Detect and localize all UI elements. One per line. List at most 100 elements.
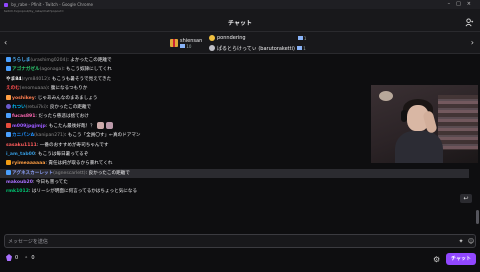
bits-cheer-icon[interactable]: ✦ — [457, 238, 465, 246]
leaderboard-user-name: ぱるとらけってぃ (barutoraketti) — [217, 45, 295, 52]
channel-points-icon — [6, 254, 12, 261]
sub-gift-icon — [296, 45, 302, 50]
window-controls[interactable]: –□× — [448, 0, 477, 9]
message-username[interactable]: ryimeaaaaaa — [12, 161, 45, 166]
message-text: : もこうは毎日暑ってるぞ — [35, 151, 89, 157]
message-text: : はリーシが明面に何言ってるかはちょっと気になる — [28, 189, 138, 195]
video-shelf — [438, 95, 478, 150]
message-login: (kanipan271) — [34, 133, 65, 139]
bits-badge-icon — [6, 160, 11, 166]
chat-message-input[interactable] — [8, 237, 428, 246]
subscriber-badge-icon — [6, 169, 11, 175]
subscriber-badge-icon — [6, 57, 11, 62]
chat-message[interactable]: アゴナガゼル(agonaga): もこう奴隷にしてくれ — [0, 65, 475, 74]
message-username[interactable]: えのむ — [6, 86, 20, 91]
leaderboard-count: 1 — [303, 45, 306, 51]
emote-picker-icon[interactable]: ☺ — [467, 238, 475, 246]
rank-2-badge-icon — [209, 45, 215, 51]
leaderboard-prev-arrow-icon[interactable]: ‹ — [4, 38, 7, 47]
message-username[interactable]: makoub20 — [6, 180, 33, 185]
message-login: (rym84012) — [21, 76, 49, 82]
message-username[interactable]: うらしま — [12, 58, 30, 63]
sub-gift-icon — [180, 43, 185, 48]
message-username[interactable]: i_am_tab00 — [6, 152, 35, 157]
channel-points-count: 0 — [15, 254, 19, 261]
subscriber-badge-icon — [6, 132, 11, 138]
message-text: : 良かったこの距離で — [85, 170, 130, 176]
message-login: (agonaga) — [39, 67, 64, 73]
chat-message[interactable]: やま84(rym84012): もこうも暑そうで見えてきた — [0, 75, 475, 84]
leaderboard-entry[interactable]: ponndering 1 — [209, 33, 306, 43]
community-users-icon[interactable] — [465, 18, 474, 27]
message-text: : 良かったこの距離で — [46, 104, 92, 110]
chat-message[interactable]: makoub20: 今日も害ってた — [0, 178, 475, 187]
chat-footer: 0 ⚬ 0 ⚙ チャット — [0, 250, 480, 272]
chat-message-hovered[interactable]: アグネスカーレット(agnescarlett): 良かったこの距離で — [0, 168, 469, 179]
message-text: : もこうも暑そうで見えてきた — [48, 76, 112, 82]
message-login: (urashimg0204) — [30, 58, 68, 63]
sub-gift-icon — [297, 35, 303, 40]
message-text: : よかったこの距離で — [67, 58, 112, 63]
rank-1-badge-icon — [209, 35, 215, 41]
message-username[interactable]: yoshikey — [12, 96, 35, 101]
leaderboard-entry[interactable]: ぱるとらけってぃ (barutoraketti) 1 — [209, 43, 306, 53]
chat-header: チャット — [0, 14, 480, 32]
leaderboard-right-column: ponndering 1 ぱるとらけってぃ (barutoraketti) 1 — [209, 33, 306, 53]
chat-title: チャット — [228, 20, 252, 27]
leaderboard-user-name: ponndering — [217, 35, 246, 41]
message-text: : 責任は純が取るから暴れてくれ — [45, 161, 113, 167]
message-text: : じゃあみんなのまあましょう — [34, 95, 98, 101]
gift-icon — [170, 39, 178, 47]
video-lamp — [379, 91, 393, 101]
message-text: : 腹になるつもりか — [47, 86, 88, 92]
message-login: (enomuaaa) — [19, 86, 48, 92]
channel-points[interactable]: 0 ⚬ 0 — [6, 254, 35, 261]
chat-composer[interactable]: ✦ ☺ — [4, 234, 476, 248]
leaderboard-count: 1 — [303, 35, 307, 41]
gift-leaderboard: ‹ shiensan 10 ponndering 1 ぱるとらけってぃ (bar… — [0, 32, 480, 54]
emote-icon — [105, 121, 113, 129]
message-text: : もこう「全員〇す」←真のドアマン — [64, 133, 141, 139]
subscriber-badge-icon — [6, 66, 11, 72]
message-username[interactable]: やま84 — [6, 77, 22, 82]
chat-settings-gear-icon[interactable]: ⚙ — [433, 255, 442, 264]
message-username[interactable]: アグネスカーレット — [12, 171, 53, 176]
url-text: twitch.tv/popout/by_rabe/chat?popout= — [4, 9, 64, 13]
message-text: : もこう奴隷にしてくれ — [63, 67, 112, 73]
message-text: : 今日も害ってた — [32, 180, 68, 186]
webcam-overlay — [371, 85, 478, 163]
bits-badge-icon — [6, 94, 11, 100]
bits-count: 0 — [31, 254, 35, 261]
message-login: (agnescarlett) — [53, 170, 86, 176]
message-text: : 一番のおすすめが寿司ちゃんです — [36, 142, 109, 148]
leaderboard-next-arrow-icon[interactable]: › — [471, 38, 474, 47]
leaderboard-count: 10 — [186, 43, 192, 49]
subscriber-badge-icon — [6, 122, 11, 128]
message-username[interactable]: rmk1012 — [6, 189, 29, 194]
message-username[interactable]: m009jpgjmjp — [12, 124, 46, 129]
message-login: (retui7ki) — [25, 104, 47, 110]
chat-scrollbar[interactable] — [476, 210, 479, 224]
message-username[interactable]: sasaku1111 — [6, 143, 37, 148]
message-username[interactable]: れつい — [12, 105, 26, 110]
chat-message[interactable]: rmk1012: はリーシが明面に何言ってるかはちょっと気になる — [0, 187, 475, 196]
message-username[interactable]: アゴナガゼル — [12, 67, 40, 72]
headset-icon — [401, 110, 407, 122]
reply-arrow-icon: ↩ — [463, 195, 469, 202]
leaderboard-left-column: shiensan 10 — [170, 33, 202, 53]
emote-icon — [96, 121, 104, 129]
twitch-favicon-icon — [4, 3, 8, 7]
leaderboard-entry[interactable]: shiensan 10 — [170, 33, 202, 53]
moderator-badge-icon — [6, 103, 11, 109]
send-chat-button[interactable]: チャット — [446, 253, 476, 265]
window-title: by_rabe - Pfinit - Twitch - Google Chrom… — [11, 2, 93, 7]
message-username[interactable]: fucas891 — [12, 114, 35, 119]
reply-button[interactable]: ↩ — [460, 194, 472, 203]
chat-message[interactable]: うらしま(urashimg0204): よかったこの距離で — [0, 56, 475, 65]
message-text: : だったら慈悲は捨ておけ — [35, 114, 89, 120]
message-username[interactable]: カニパンA — [12, 133, 34, 138]
browser-title-bar: by_rabe - Pfinit - Twitch - Google Chrom… — [0, 0, 480, 9]
streamer-body — [395, 131, 443, 163]
message-text: : もこたん最後好哉！？ — [45, 123, 95, 129]
subscriber-badge-icon — [6, 113, 11, 119]
